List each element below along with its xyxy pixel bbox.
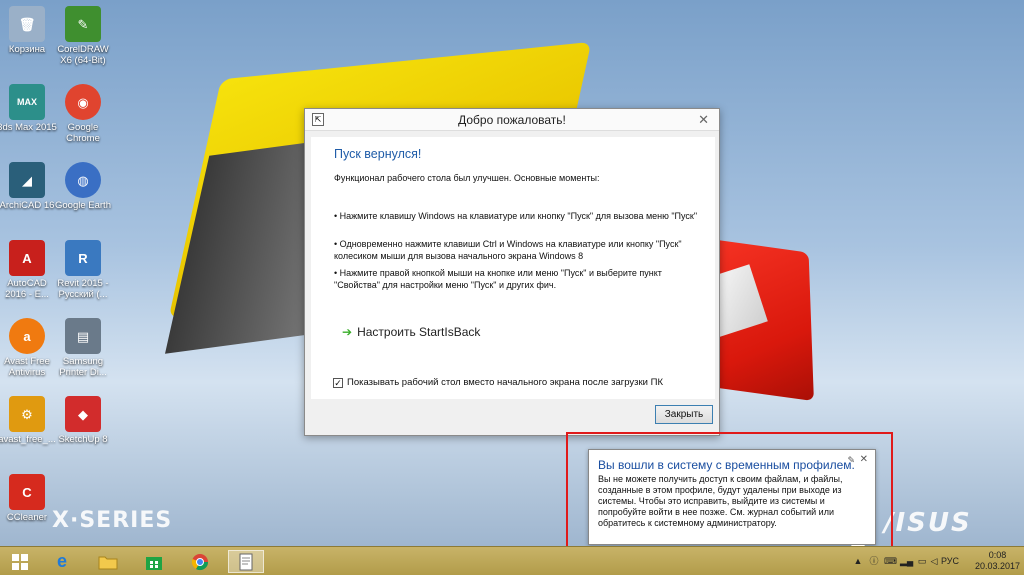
- tray-info-icon[interactable]: ⓘ: [868, 555, 880, 567]
- input-language[interactable]: РУС: [941, 556, 959, 566]
- show-desktop-checkbox-label: Показывать рабочий стол вместо начальног…: [347, 377, 663, 388]
- tray-keyboard-icon[interactable]: ⌨: [884, 555, 897, 567]
- tray-network-icon[interactable]: ▂▄: [900, 555, 913, 567]
- desktop-icon-sketchup[interactable]: ◆ SketchUp 8: [52, 396, 114, 445]
- desktop-icon-label: ArchiCAD 16: [0, 200, 55, 211]
- desktop-icon-recycle-bin[interactable]: 🗑 Корзина: [0, 6, 58, 55]
- desktop-icon-label: Google Earth: [55, 200, 111, 211]
- tray-chevron-icon[interactable]: ▲: [852, 555, 864, 567]
- chrome-icon: [191, 553, 209, 570]
- notification-title: Вы вошли в систему с временным профилем.: [598, 458, 855, 472]
- desktop-icon-label: Revit 2015 - Русский (...: [57, 278, 109, 300]
- pin-icon[interactable]: ✎: [847, 455, 855, 466]
- desktop-icon-ccleaner[interactable]: C CCleaner: [0, 474, 58, 523]
- dialog-titlebar[interactable]: ⇱ Добро пожаловать! ✕: [305, 109, 719, 131]
- dialog-bullet: • Нажмите клавишу Windows на клавиатуре …: [334, 211, 698, 221]
- close-icon[interactable]: ✕: [698, 112, 709, 128]
- desktop-icon-avast[interactable]: a Avast Free Antivirus: [0, 318, 58, 378]
- revit-icon: R: [65, 240, 101, 276]
- dialog-intro: Функционал рабочего стола был улучшен. О…: [334, 173, 600, 183]
- installer-icon: ⚙: [9, 396, 45, 432]
- folder-icon: [98, 556, 118, 569]
- google-earth-icon: ◍: [65, 162, 101, 198]
- coreldraw-icon: ✎: [65, 6, 101, 42]
- desktop-icon-3dsmax[interactable]: MAX 3ds Max 2015: [0, 84, 58, 133]
- desktop-icon-autocad[interactable]: A AutoCAD 2016 - Е...: [0, 240, 58, 300]
- notification-body: Вы не можете получить доступ к своим фай…: [598, 474, 843, 528]
- taskbar-startisback-window[interactable]: [228, 550, 264, 573]
- desktop-icon-label: CorelDRAW X6 (64-Bit): [57, 44, 109, 66]
- ccleaner-icon: C: [9, 474, 45, 510]
- desktop-icon-google-earth[interactable]: ◍ Google Earth: [52, 162, 114, 211]
- clock[interactable]: 0:08 20.03.2017: [975, 550, 1020, 572]
- archicad-icon: ◢: [9, 162, 45, 198]
- desktop-icon-samsung-printer[interactable]: ▤ Samsung Printer Di...: [52, 318, 114, 378]
- internet-explorer-icon: e: [56, 551, 67, 571]
- temp-profile-notification[interactable]: Вы вошли в систему с временным профилем.…: [588, 449, 876, 546]
- clock-time: 0:08: [988, 550, 1007, 560]
- desktop-icon-revit[interactable]: R Revit 2015 - Русский (...: [52, 240, 114, 300]
- show-desktop-checkbox[interactable]: ✓: [333, 377, 343, 388]
- desktop-icon-label: CCleaner: [6, 512, 48, 523]
- desktop-icon-label: AutoCAD 2016 - Е...: [5, 278, 49, 300]
- document-icon: [239, 553, 253, 570]
- recycle-bin-icon: 🗑: [9, 6, 45, 42]
- avast-icon: a: [9, 318, 45, 354]
- desktop-icon-avast-installer[interactable]: ⚙ avast_free_...: [0, 396, 58, 445]
- taskbar-file-explorer[interactable]: [90, 550, 126, 573]
- desktop: X·SERIES /ISUS 🗑 Корзина ✎ CorelDRAW X6 …: [0, 0, 1024, 546]
- desktop-icon-label: Samsung Printer Di...: [59, 356, 107, 378]
- desktop-icon-coreldraw[interactable]: ✎ CorelDRAW X6 (64-Bit): [52, 6, 114, 66]
- store-icon: [146, 556, 162, 570]
- sketchup-icon: ◆: [65, 396, 101, 432]
- dialog-heading: Пуск вернулся!: [334, 147, 422, 161]
- printer-icon: ▤: [65, 318, 101, 354]
- desktop-icon-label: 3ds Max 2015: [0, 122, 57, 133]
- configure-startisback-link[interactable]: ➔ Настроить StartIsBack: [342, 325, 480, 339]
- desktop-icon-label: Avast Free Antivirus: [4, 356, 50, 378]
- desktop-icon-label: Google Chrome: [66, 122, 100, 144]
- taskbar: e ▲ ⓘ ⌨ ▂▄ ▭ ◁ РУС 0:08 20.03.2017: [0, 546, 1024, 575]
- wallpaper-brand-asus: /ISUS: [884, 508, 972, 538]
- taskbar-store[interactable]: [136, 550, 172, 573]
- 3dsmax-icon: MAX: [9, 84, 45, 120]
- dialog-content: Пуск вернулся! Функционал рабочего стола…: [311, 137, 715, 399]
- desktop-icon-label: avast_free_...: [0, 434, 56, 445]
- desktop-icon-archicad[interactable]: ◢ ArchiCAD 16: [0, 162, 58, 211]
- desktop-icon-chrome[interactable]: ◉ Google Chrome: [52, 84, 114, 144]
- configure-link-label: Настроить StartIsBack: [357, 325, 481, 339]
- show-desktop-option[interactable]: ✓ Показывать рабочий стол вместо начальн…: [333, 377, 663, 388]
- wallpaper-brand-xseries: X·SERIES: [52, 508, 173, 533]
- taskbar-chrome[interactable]: [182, 550, 218, 573]
- dialog-bullet: • Одновременно нажмите клавиши Ctrl и Wi…: [334, 239, 682, 261]
- taskbar-internet-explorer[interactable]: e: [44, 550, 80, 573]
- clock-date: 20.03.2017: [975, 561, 1021, 571]
- dialog-title: Добро пожаловать!: [458, 113, 566, 127]
- desktop-icon-label: SketchUp 8: [58, 434, 108, 445]
- autocad-icon: A: [9, 240, 45, 276]
- windows-logo-icon: [12, 553, 28, 570]
- tray-battery-icon[interactable]: ▭: [916, 555, 928, 567]
- tray-volume-icon[interactable]: ◁: [928, 555, 940, 567]
- chrome-icon: ◉: [65, 84, 101, 120]
- arrow-right-icon: ➔: [342, 325, 353, 339]
- close-button[interactable]: Закрыть: [655, 405, 713, 424]
- desktop-icon-label: Корзина: [8, 44, 46, 55]
- start-button[interactable]: [2, 550, 38, 573]
- close-icon[interactable]: ✕: [860, 454, 868, 465]
- welcome-dialog: ⇱ Добро пожаловать! ✕ Пуск вернулся! Фун…: [304, 108, 720, 436]
- dialog-bullet: • Нажмите правой кнопкой мыши на кнопке …: [334, 268, 662, 290]
